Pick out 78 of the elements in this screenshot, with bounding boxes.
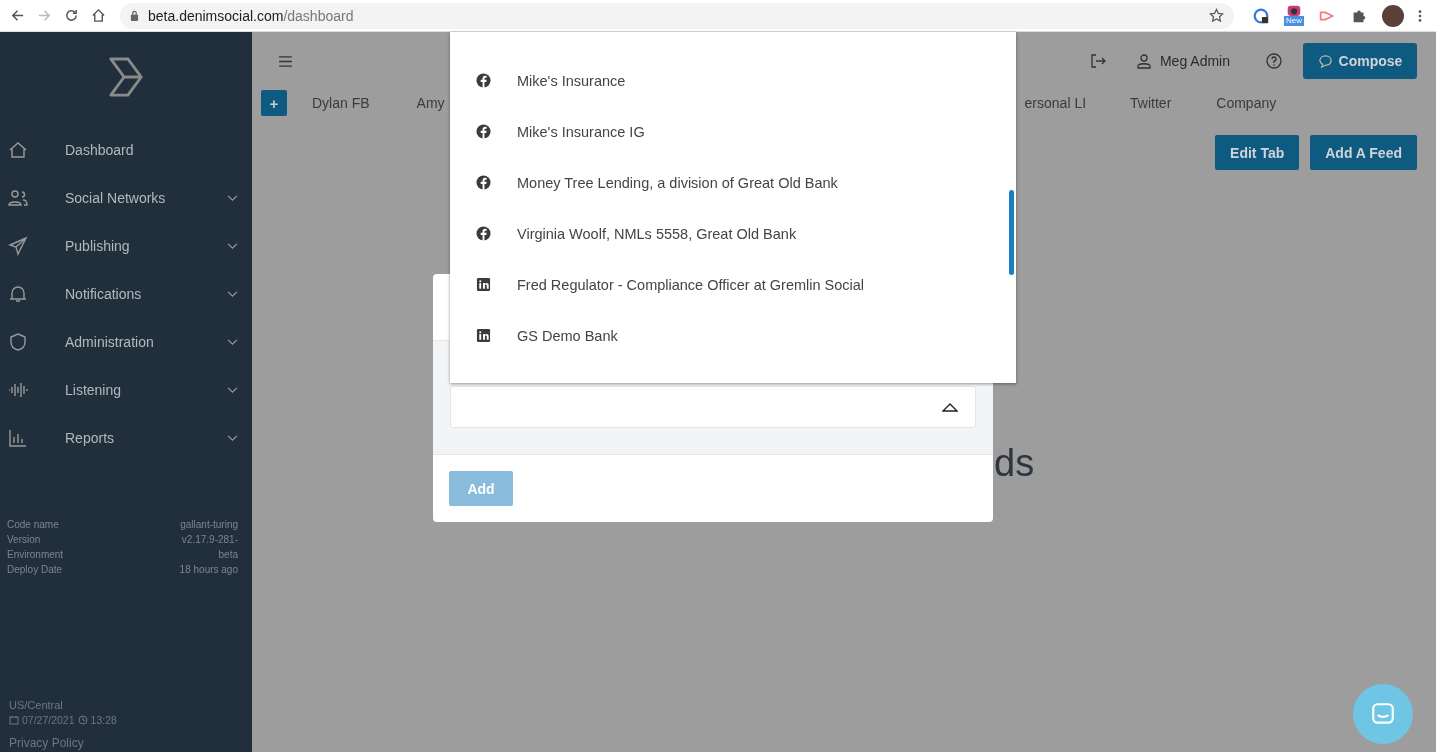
chevron-up-icon (942, 402, 958, 412)
chat-launcher[interactable] (1353, 684, 1413, 744)
nav-item[interactable]: Reports (0, 414, 252, 462)
feed-tab[interactable]: ersonal LI (1024, 95, 1087, 111)
nav-item[interactable]: Publishing (0, 222, 252, 270)
dropdown-option[interactable]: GS Demo Bank (450, 310, 1016, 361)
chevron-down-icon (227, 290, 238, 298)
compose-button[interactable]: Compose (1303, 43, 1417, 79)
bell-icon (8, 284, 28, 304)
info-value: beta (218, 548, 238, 562)
profile-avatar[interactable] (1382, 4, 1404, 27)
chevron-down-icon (227, 338, 238, 346)
shield-icon (8, 332, 28, 352)
extension-icon[interactable] (1286, 5, 1302, 16)
info-value: gallant-turing (180, 518, 238, 532)
logout-icon[interactable] (1089, 53, 1106, 69)
people-icon (8, 188, 28, 208)
facebook-icon (476, 124, 491, 139)
dropdown-option[interactable]: Mike's Insurance (450, 55, 1016, 106)
date-text: 07/27/2021 (22, 714, 75, 726)
logo-icon (107, 56, 145, 98)
feed-tab[interactable]: Twitter (1130, 95, 1172, 111)
bar-chart-icon (8, 428, 28, 448)
info-value: 18 hours ago (179, 563, 238, 577)
info-label: Environment (7, 548, 64, 562)
feed-tab[interactable]: Company (1216, 95, 1277, 111)
nav-item[interactable]: Notifications (0, 270, 252, 318)
star-icon[interactable] (1209, 8, 1224, 23)
chevron-down-icon (227, 194, 238, 202)
nav-item[interactable]: Listening (0, 366, 252, 414)
dropdown-option[interactable]: Fred Regulator - Compliance Officer at Gremlin Social (450, 259, 1016, 310)
chevron-down-icon (227, 242, 238, 250)
home-icon[interactable] (91, 8, 106, 23)
back-icon[interactable] (10, 8, 25, 23)
speech-bubble-icon (1317, 53, 1333, 69)
linkedin-icon (476, 328, 491, 343)
menu-icon[interactable] (1418, 8, 1422, 23)
action-button[interactable]: Edit Tab (1215, 135, 1300, 170)
chat-icon (1370, 701, 1396, 727)
address-bar[interactable]: beta.denimsocial.com/dashboard (120, 2, 1234, 29)
nav-item[interactable]: Dashboard (0, 126, 252, 174)
clock-icon (77, 715, 88, 725)
lock-icon (130, 10, 139, 21)
soundwave-icon (8, 380, 28, 400)
extension-icon[interactable] (1252, 6, 1270, 25)
new-badge: New (1284, 16, 1304, 26)
facebook-icon (476, 226, 491, 241)
select-field[interactable] (450, 386, 976, 428)
info-label: Version (7, 533, 41, 547)
menu-icon[interactable] (279, 55, 292, 67)
feed-tab[interactable]: Amy (416, 95, 445, 111)
info-label: Deploy Date (7, 563, 63, 577)
dropdown-option[interactable]: Virginia Woolf, NMLs 5558, Great Old Bank (450, 208, 1016, 259)
chevron-down-icon (227, 386, 238, 394)
timezone-text: US/Central (9, 699, 64, 711)
heading-text: ds (994, 442, 1035, 485)
dropdown-option[interactable]: Mike's Insurance IG (450, 106, 1016, 157)
facebook-icon (476, 175, 491, 190)
info-value: v2.17.9-281- (181, 533, 238, 547)
user-menu[interactable]: Meg Admin (1135, 53, 1230, 69)
nav-item[interactable]: Social Networks (0, 174, 252, 222)
facebook-icon (476, 73, 491, 88)
linkedin-icon (476, 277, 491, 292)
action-button[interactable]: Add A Feed (1310, 135, 1417, 170)
chevron-down-icon (227, 434, 238, 442)
reload-icon[interactable] (64, 8, 79, 23)
home-icon (8, 140, 28, 160)
info-label: Code name (7, 518, 59, 532)
paper-plane-icon (8, 236, 28, 256)
dropdown-option[interactable]: Money Tree Lending, a division of Great Old Bank (450, 157, 1016, 208)
user-icon (1135, 53, 1152, 69)
help-icon[interactable] (1266, 53, 1282, 69)
add-tab-button[interactable]: + (261, 90, 287, 116)
calendar-icon (9, 715, 19, 725)
scrollbar-thumb[interactable] (1009, 190, 1014, 275)
time-text: 13:28 (90, 714, 117, 726)
feed-tab[interactable]: Dylan FB (312, 95, 370, 111)
nav-item[interactable]: Administration (0, 318, 252, 366)
